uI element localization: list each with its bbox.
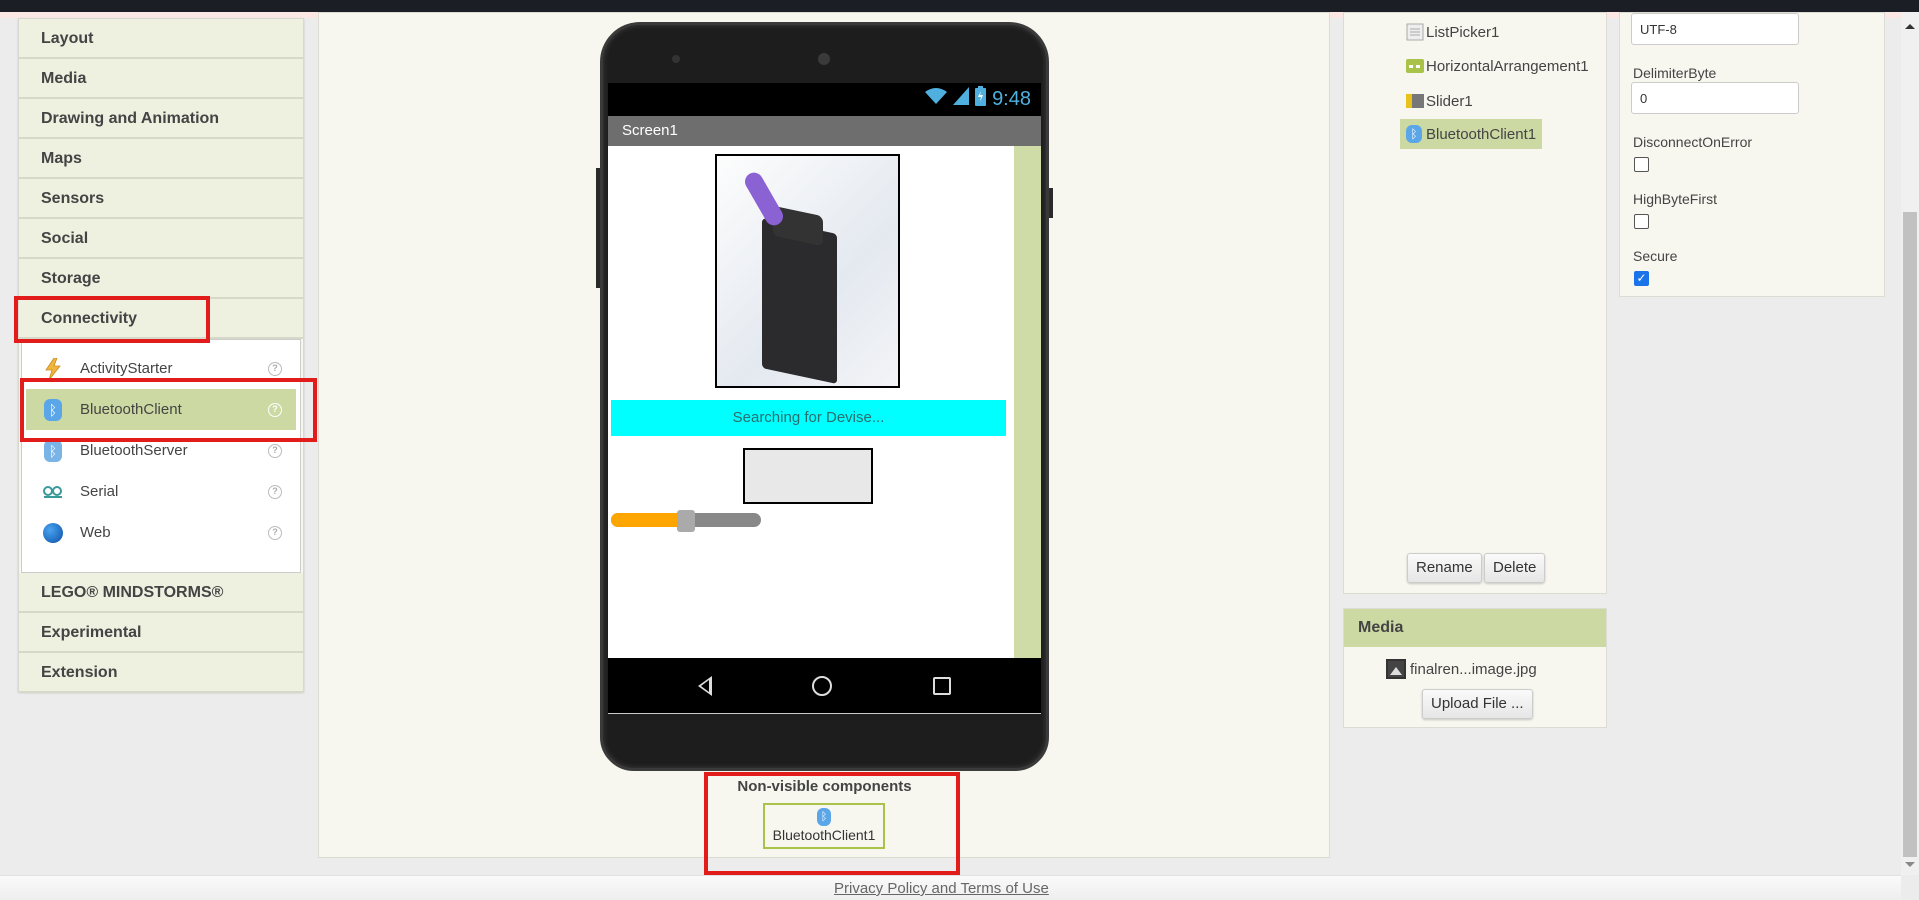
charset-input[interactable] (1631, 13, 1799, 45)
listpicker-button[interactable] (743, 448, 873, 504)
recent-apps-icon (932, 676, 951, 695)
palette-item-activitystarter[interactable]: ActivityStarter ? (26, 348, 296, 389)
bluetooth-icon: ᛒ (1406, 125, 1424, 143)
palette-item-label: BluetoothServer (80, 442, 188, 459)
help-icon[interactable]: ? (268, 361, 282, 376)
screen-scroll-area[interactable] (1014, 146, 1041, 658)
status-label[interactable]: Searching for Devise... (611, 400, 1006, 436)
component-label: HorizontalArrangement1 (1426, 57, 1589, 75)
palette-category-extension[interactable]: Extension (19, 653, 303, 693)
phone-screen: Searching for Devise... (608, 146, 1041, 658)
privacy-policy-link[interactable]: Privacy Policy and Terms of Use (834, 880, 1049, 897)
palette-category-layout[interactable]: Layout (19, 19, 303, 59)
palette-category-sensors[interactable]: Sensors (19, 179, 303, 219)
scroll-down-arrow-icon[interactable] (1905, 862, 1915, 867)
palette-item-label: Web (80, 524, 111, 541)
phone-side-button (1049, 188, 1053, 218)
status-time: 9:48 (992, 87, 1031, 110)
rename-button[interactable]: Rename (1407, 553, 1482, 583)
nonvisible-item-label: BluetoothClient1 (772, 827, 876, 843)
servo-image[interactable] (715, 154, 900, 388)
palette-category-drawing[interactable]: Drawing and Animation (19, 99, 303, 139)
palette-category-media[interactable]: Media (19, 59, 303, 99)
palette-category-lego[interactable]: LEGO® MINDSTORMS® (19, 573, 303, 613)
phone-preview: 9:48 Screen1 Searching for Devise... (596, 22, 1053, 771)
palette-category-social[interactable]: Social (19, 219, 303, 259)
palette-item-label: Serial (80, 483, 119, 500)
media-title: Media (1344, 609, 1606, 647)
highbytefirst-label: HighByteFirst (1633, 191, 1718, 207)
slider[interactable] (611, 510, 761, 532)
palette-category-connectivity[interactable]: Connectivity (19, 299, 303, 339)
media-file-item[interactable]: finalren...image.jpg (1386, 659, 1537, 679)
palette-category-experimental[interactable]: Experimental (19, 613, 303, 653)
delete-button[interactable]: Delete (1484, 553, 1546, 583)
component-listpicker1[interactable]: ListPicker1 (1406, 17, 1499, 47)
slider-fill (611, 513, 686, 527)
palette-item-bluetoothclient[interactable]: ᛒ BluetoothClient ? (26, 389, 296, 430)
palette-panel: Layout Media Drawing and Animation Maps … (18, 18, 304, 693)
palette-item-label: ActivityStarter (80, 360, 173, 377)
palette-item-bluetoothserver[interactable]: ᛒ BluetoothServer ? (26, 430, 296, 471)
help-icon[interactable]: ? (268, 402, 282, 417)
upload-file-button[interactable]: Upload File ... (1422, 689, 1533, 719)
screen-title-bar: Screen1 (608, 116, 1041, 146)
help-icon[interactable]: ? (268, 525, 282, 540)
phone-status-bar: 9:48 (608, 83, 1041, 116)
nonvisible-bluetoothclient1[interactable]: ᛒ BluetoothClient1 (763, 803, 885, 849)
battery-icon (975, 86, 987, 112)
component-bluetoothclient1[interactable]: ᛒ BluetoothClient1 (1400, 119, 1543, 149)
secure-label: Secure (1633, 248, 1678, 264)
palette-category-maps[interactable]: Maps (19, 139, 303, 179)
phone-side-button (596, 168, 600, 288)
scroll-thumb[interactable] (1903, 212, 1917, 857)
disconnectonerror-checkbox[interactable] (1634, 157, 1649, 172)
globe-icon (42, 522, 64, 544)
horizontal-arrangement-icon (1406, 57, 1424, 75)
nonvisible-components-title: Non-visible components (737, 778, 912, 795)
phone-speaker (672, 55, 680, 63)
media-file-name: finalren...image.jpg (1410, 660, 1537, 678)
phone-camera (818, 53, 830, 65)
servo-body (762, 218, 837, 384)
palette-item-serial[interactable]: Serial ? (26, 471, 296, 512)
browser-top-bar (0, 0, 1919, 12)
wifi-icon (925, 87, 948, 111)
lightning-icon (42, 357, 64, 380)
properties-panel: DelimiterByte DisconnectOnError HighByte… (1619, 12, 1885, 297)
page-scrollbar[interactable] (1901, 12, 1919, 875)
disconnectonerror-label: DisconnectOnError (1633, 134, 1753, 150)
component-slider1[interactable]: Slider1 (1406, 86, 1473, 116)
palette-item-web[interactable]: Web ? (26, 512, 296, 553)
bluetooth-icon: ᛒ (42, 439, 64, 462)
component-horizontalarrangement1[interactable]: HorizontalArrangement1 (1406, 51, 1589, 81)
media-panel: Media finalren...image.jpg Upload File .… (1343, 608, 1607, 728)
help-icon[interactable]: ? (268, 443, 282, 458)
scroll-up-arrow-icon[interactable] (1905, 24, 1915, 29)
slider-thumb[interactable] (677, 510, 695, 532)
delimiterbyte-label: DelimiterByte (1633, 65, 1717, 81)
signal-icon (953, 87, 970, 111)
components-panel: ListPicker1 HorizontalArrangement1 Slide… (1343, 12, 1607, 594)
help-icon[interactable]: ? (268, 484, 282, 499)
bluetooth-icon: ᛒ (817, 808, 831, 826)
listpicker-icon (1406, 23, 1424, 41)
serial-icon (42, 481, 64, 503)
palette-item-label: BluetoothClient (80, 401, 182, 418)
palette-category-storage[interactable]: Storage (19, 259, 303, 299)
delimiterbyte-input[interactable] (1631, 82, 1799, 114)
component-label: ListPicker1 (1426, 23, 1500, 41)
connectivity-list: ActivityStarter ? ᛒ BluetoothClient ? ᛒ … (21, 339, 301, 573)
back-icon (698, 675, 713, 696)
phone-nav-bar (608, 658, 1041, 714)
image-icon (1386, 659, 1406, 679)
slider-icon (1406, 92, 1424, 110)
footer: Privacy Policy and Terms of Use (0, 875, 1901, 900)
highbytefirst-checkbox[interactable] (1634, 214, 1649, 229)
bluetooth-icon: ᛒ (42, 398, 64, 421)
component-label: BluetoothClient1 (1426, 125, 1537, 143)
secure-checkbox[interactable]: ✓ (1634, 271, 1649, 286)
component-label: Slider1 (1426, 92, 1473, 110)
home-icon (812, 675, 833, 696)
